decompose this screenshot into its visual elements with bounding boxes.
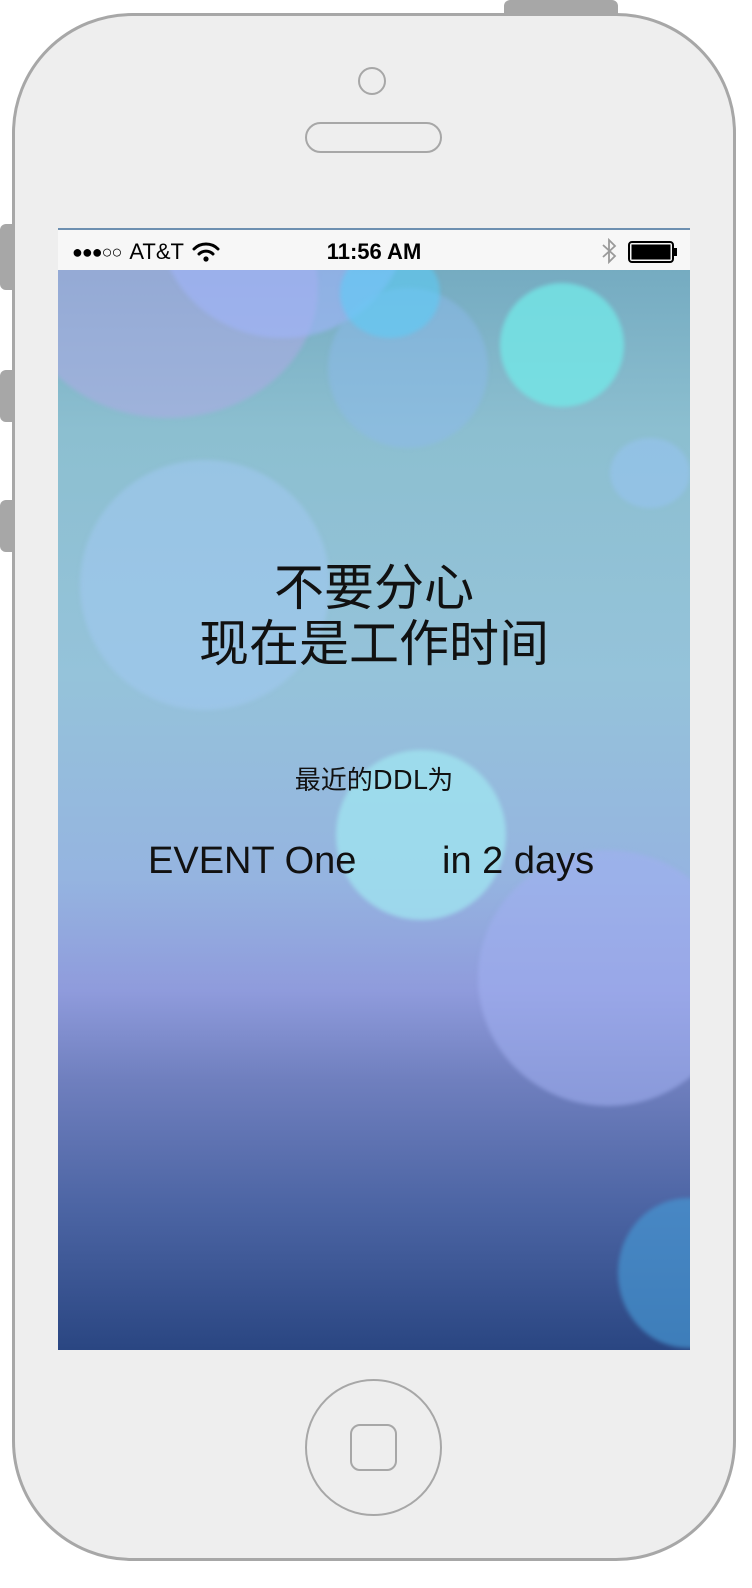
battery-icon [628,241,677,263]
status-bar: ●●●○○ AT&T 11:56 AM [58,228,690,270]
headline-line-2: 现在是工作时间 [199,615,549,673]
headline-line-1: 不要分心 [274,559,474,617]
front-camera [358,67,386,95]
event-name: EVENT One [148,840,357,882]
wallpaper-bokeh [610,438,690,508]
wallpaper-bokeh [478,850,690,1106]
earpiece-speaker [305,122,442,153]
status-time: 11:56 AM [326,239,422,264]
screen: ●●●○○ AT&T 11:56 AM 不要分心 现在是工作时间 最近的DDL为 [58,228,690,1350]
wallpaper-bokeh [500,283,624,407]
home-button-icon [350,1424,397,1471]
power-button[interactable] [504,0,618,14]
wallpaper-bokeh [618,1198,690,1348]
nearest-ddl-label: 最近的DDL为 [294,766,454,796]
event-due-text: in 2 days [442,840,595,882]
bluetooth-icon [602,238,617,264]
